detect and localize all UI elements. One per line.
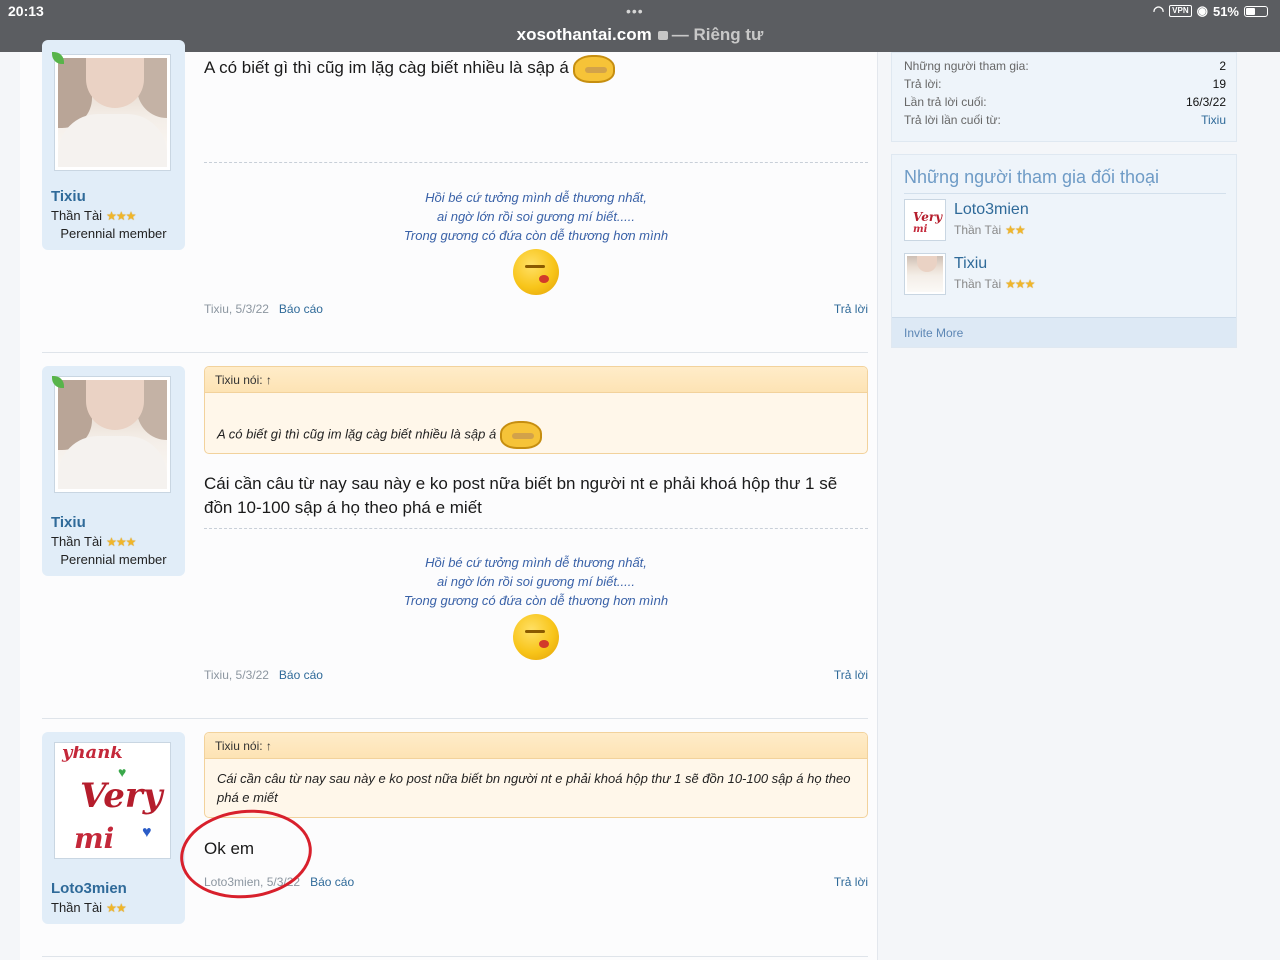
quote-text: Cái cần câu từ nay sau này e ko post nữa… <box>217 771 851 805</box>
post-separator <box>42 718 868 719</box>
quote-author[interactable]: Tixiu nói: ↑ <box>205 367 867 393</box>
smiley-icon <box>513 249 559 295</box>
report-link[interactable]: Báo cáo <box>279 668 323 682</box>
reply-link[interactable]: Trả lời <box>834 302 868 316</box>
quote-block: Tixiu nói: ↑ A có biết gì thì cũg im lặg… <box>204 366 868 454</box>
last-reply-user-link[interactable]: Tixiu <box>1201 113 1226 127</box>
battery-percent: 51% <box>1212 3 1239 19</box>
angry-emoji-icon <box>499 421 542 449</box>
quote-text: A có biết gì thì cũg im lặg càg biết nhi… <box>205 393 867 453</box>
rotation-lock-icon: ◉ <box>1196 3 1208 18</box>
participant-title: Thần Tài ★★★ <box>954 277 1035 291</box>
username[interactable]: Tixiu <box>51 514 86 531</box>
stars-icon: ★★★ <box>106 534 136 549</box>
url-domain: xosothantai.com <box>516 25 652 44</box>
post-message: A có biết gì thì cũg im lặg càg biết nhi… <box>204 55 868 83</box>
signature-divider <box>204 528 868 529</box>
user-card: yhank ♥ Very mi ♥ Loto3mien Thần Tài ★★ <box>42 732 185 924</box>
user-title: Thần Tài ★★ <box>51 900 127 915</box>
post-separator <box>42 956 868 957</box>
clock: 20:13 <box>8 3 44 19</box>
stars-icon: ★★ <box>1005 223 1025 237</box>
post-author-date[interactable]: Tixiu, 5/3/22 <box>204 668 269 682</box>
report-link[interactable]: Báo cáo <box>310 875 354 889</box>
report-link[interactable]: Báo cáo <box>279 302 323 316</box>
participant-item[interactable]: Very mi Loto3mien Thần Tài ★★ <box>904 199 1226 243</box>
avatar[interactable] <box>54 54 171 171</box>
participant-item[interactable]: Tixiu Thần Tài ★★★ <box>904 253 1226 297</box>
status-icons: ◠ VPN ◉ 51% <box>1153 3 1268 19</box>
lock-icon <box>657 31 668 40</box>
stars-icon: ★★ <box>106 900 126 915</box>
reply-link[interactable]: Trả lời <box>834 668 868 682</box>
vpn-badge: VPN <box>1169 5 1192 17</box>
post-meta: Tixiu, 5/3/22 Báo cáo Trả lời <box>204 302 868 316</box>
divider <box>904 193 1226 194</box>
participant-name[interactable]: Tixiu <box>954 255 987 273</box>
angry-emoji-icon <box>573 55 616 83</box>
user-rank: Perennial member <box>60 226 167 241</box>
participant-title: Thần Tài ★★ <box>954 223 1026 237</box>
user-title: Thần Tài ★★★ <box>51 208 136 223</box>
user-title: Thần Tài ★★★ <box>51 534 136 549</box>
participant-name[interactable]: Loto3mien <box>954 201 1029 219</box>
reply-link[interactable]: Trả lời <box>834 875 868 889</box>
signature: Hồi bé cứ tưởng mình dễ thương nhất, ai … <box>204 188 868 295</box>
invite-more-link[interactable]: Invite More <box>892 317 1236 347</box>
participant-avatar[interactable] <box>904 253 946 295</box>
smiley-icon <box>513 614 559 660</box>
private-label: — Riêng tư <box>671 25 764 44</box>
heart-icon: ♥ <box>142 824 152 841</box>
participants-box: Những người tham gia đối thoại Very mi L… <box>891 154 1237 348</box>
post-message: Cái cần câu từ nay sau này e ko post nữa… <box>204 474 838 517</box>
user-rank: Perennial member <box>60 552 167 567</box>
stars-icon: ★★★ <box>1005 277 1035 291</box>
stat-participants: Những người tham gia: 2 <box>904 59 1226 73</box>
avatar[interactable] <box>54 376 171 493</box>
stat-last-reply-by: Trả lời lần cuối từ: Tixiu <box>904 113 1226 127</box>
stars-icon: ★★★ <box>106 208 136 223</box>
wifi-icon: ◠ <box>1152 3 1165 18</box>
post-meta: Tixiu, 5/3/22 Báo cáo Trả lời <box>204 668 868 682</box>
post-meta: Loto3mien, 5/3/22 Báo cáo Trả lời <box>204 875 868 889</box>
avatar[interactable]: yhank ♥ Very mi ♥ <box>54 742 171 859</box>
quote-block: Tixiu nói: ↑ Cái cần câu từ nay sau này … <box>204 732 868 818</box>
stat-last-reply: Lần trả lời cuối: 16/3/22 <box>904 95 1226 109</box>
conversation-stats: Những người tham gia: 2 Trả lời: 19 Lần tr… <box>891 52 1237 142</box>
stat-replies: Trả lời: 19 <box>904 77 1226 91</box>
signature-divider <box>204 162 868 163</box>
battery-icon <box>1244 5 1268 17</box>
username[interactable]: Loto3mien <box>51 880 127 897</box>
participants-title: Những người tham gia đối thoại <box>904 167 1160 187</box>
browser-top-bar: 20:13 ••• xosothantai.com — Riêng tư ◠ VP… <box>0 0 1280 52</box>
more-dots-icon[interactable]: ••• <box>626 3 644 19</box>
post-author-date[interactable]: Tixiu, 5/3/22 <box>204 302 269 316</box>
address-bar[interactable]: xosothantai.com — Riêng tư <box>0 25 1280 45</box>
participant-avatar[interactable]: Very mi <box>904 199 946 241</box>
user-card: Tixiu Thần Tài ★★★ Perennial member <box>42 40 185 250</box>
quote-author[interactable]: Tixiu nói: ↑ <box>205 733 867 759</box>
post-separator <box>42 352 868 353</box>
username[interactable]: Tixiu <box>51 188 86 205</box>
user-card: Tixiu Thần Tài ★★★ Perennial member <box>42 366 185 576</box>
signature: Hồi bé cứ tưởng mình dễ thương nhất, ai … <box>204 553 868 660</box>
